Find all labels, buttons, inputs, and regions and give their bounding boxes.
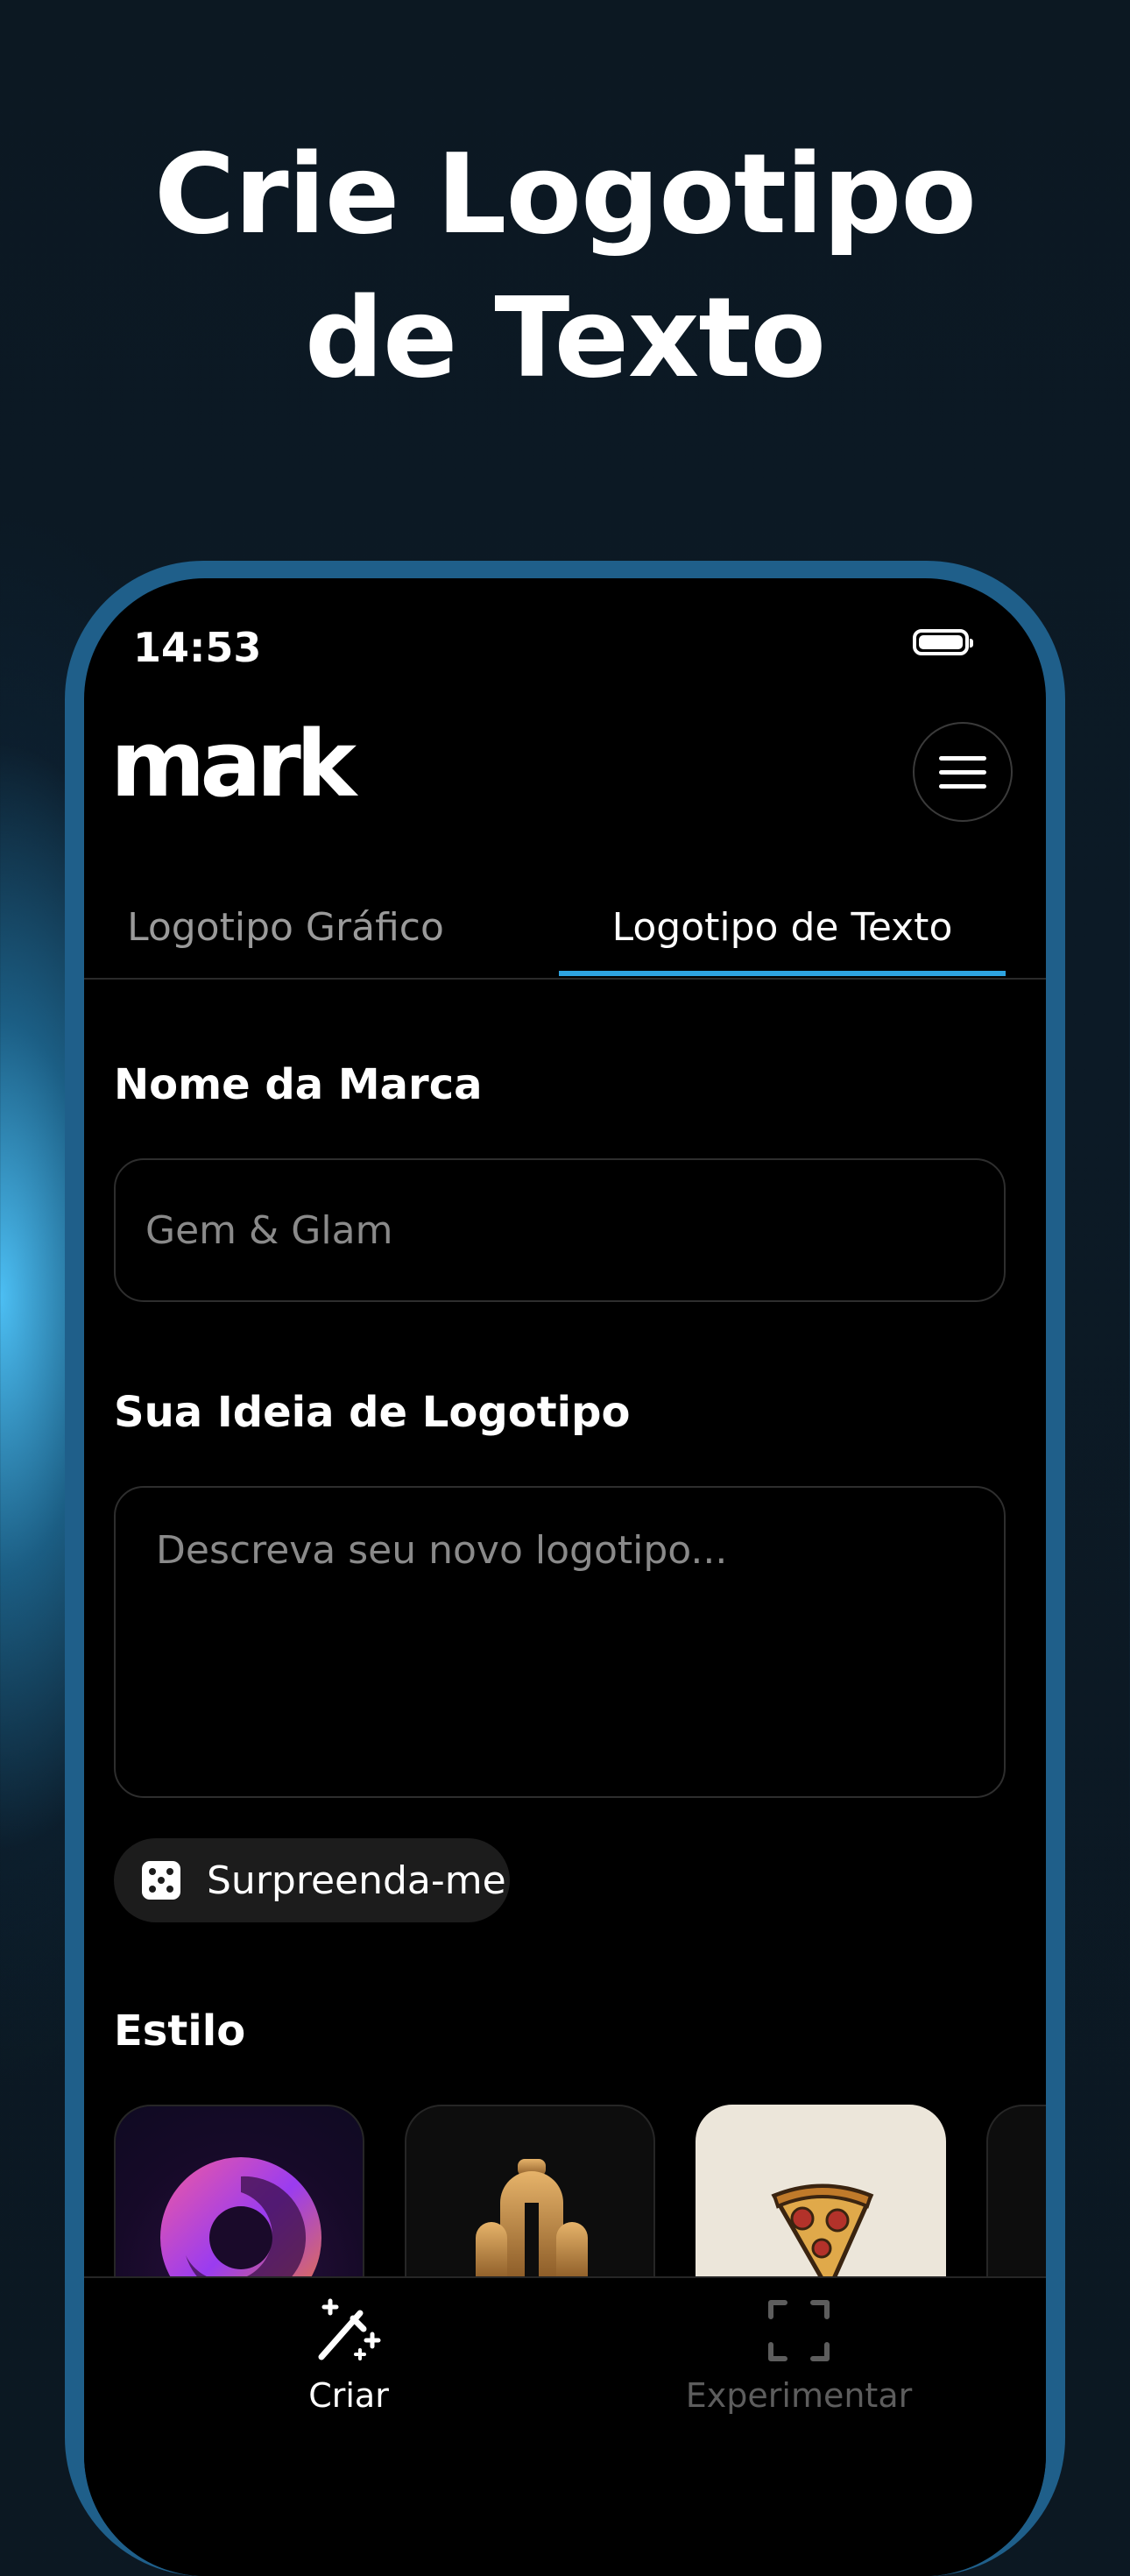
art-deco-logo-icon	[476, 2159, 588, 2280]
magic-wand-icon	[318, 2298, 381, 2360]
headline-line-1: Crie Logotipo	[154, 130, 977, 258]
pizza-logo-icon	[771, 2183, 874, 2280]
style-card-more[interactable]	[986, 2105, 1046, 2280]
style-card-pizza[interactable]	[696, 2105, 946, 2280]
active-tab-indicator	[559, 971, 1006, 976]
surprise-me-button[interactable]: Surpreenda-me	[114, 1838, 510, 1922]
nav-create[interactable]: Criar	[165, 2296, 533, 2415]
scan-frame-icon	[768, 2300, 830, 2361]
hamburger-icon	[939, 755, 986, 761]
battery-icon	[913, 629, 973, 655]
app-logo: mark	[110, 711, 357, 817]
tab-graphic-logo[interactable]: Logotipo Gráfico	[119, 876, 452, 978]
bottom-nav: Criar Experimentar	[84, 2276, 1046, 2576]
style-carousel	[114, 2105, 1046, 2280]
menu-button[interactable]	[913, 722, 1013, 822]
dice-icon	[142, 1861, 180, 1900]
style-card-spiral[interactable]	[114, 2105, 364, 2280]
phone-screen: 14:53 mark Logotipo Gráfico Logotipo de …	[84, 578, 1046, 2576]
logo-idea-textarea[interactable]: Descreva seu novo logotipo...	[114, 1486, 1006, 1798]
tab-text-logo[interactable]: Logotipo de Texto	[559, 876, 1006, 978]
spiral-logo-icon	[160, 2157, 321, 2280]
style-card-art-deco[interactable]	[405, 2105, 655, 2280]
status-time: 14:53	[133, 624, 262, 671]
logo-type-tabs: Logotipo Gráfico Logotipo de Texto	[84, 876, 1046, 980]
style-label: Estilo	[114, 2006, 246, 2056]
surprise-me-label: Surpreenda-me	[207, 1858, 506, 1903]
promo-headline: Crie Logotipo de Texto	[0, 123, 1130, 410]
brand-name-input[interactable]: Gem & Glam	[114, 1158, 1006, 1302]
headline-line-2: de Texto	[304, 273, 826, 402]
nav-create-label: Criar	[308, 2376, 389, 2415]
brand-name-label: Nome da Marca	[114, 1060, 483, 1109]
logo-idea-label: Sua Ideia de Logotipo	[114, 1388, 631, 1437]
nav-try-label: Experimentar	[685, 2376, 913, 2415]
nav-try[interactable]: Experimentar	[615, 2296, 983, 2415]
